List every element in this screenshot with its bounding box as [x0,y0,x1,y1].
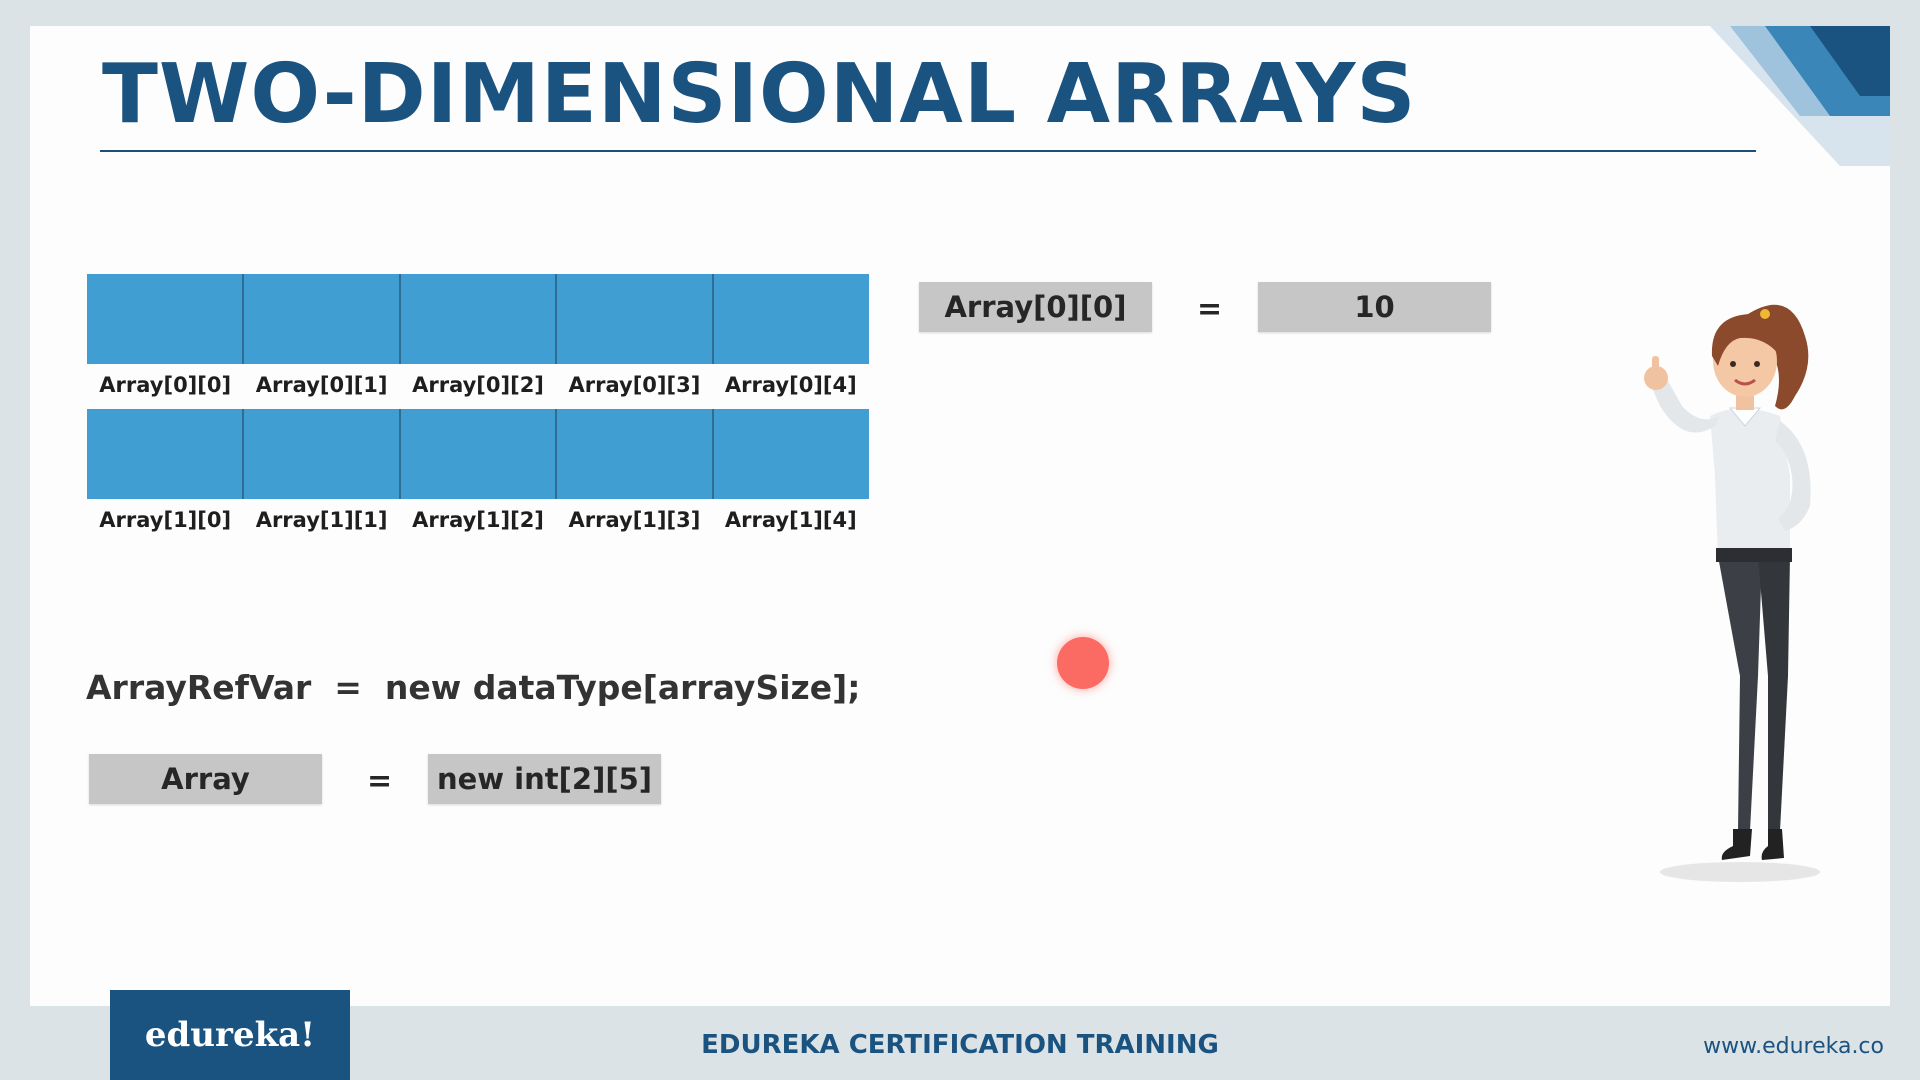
cell-label: Array[0][2] [412,373,544,397]
array-cell [557,409,715,499]
assignment-equals: = [1197,292,1223,327]
cell-label: Array[0][3] [568,373,701,397]
cell-label: Array[0][0] [99,373,232,397]
laser-pointer-dot [1057,637,1109,689]
cell-label: Array[0][1] [255,373,388,397]
array-cell [400,409,558,499]
syntax-rhs-box: new int[2][5] [428,754,661,804]
cell-label: Array[0][4] [724,373,857,397]
footer-title: EDUREKA CERTIFICATION TRAINING [701,1030,1219,1060]
array-cell [243,274,401,364]
slide-title: TWO-DIMENSIONAL ARRAYS [102,47,1417,142]
array-row-1-labels: Array[1][0] Array[1][1] Array[1][2] Arra… [87,505,869,535]
array-row-1 [87,409,869,499]
assignment-lhs-box: Array[0][0] [919,282,1152,332]
cell-label: Array[1][0] [99,508,232,532]
array-cell [714,409,869,499]
title-underline [100,150,1756,152]
cell-label: Array[1][3] [568,508,701,532]
cell-label: Array[1][1] [255,508,388,532]
array-cell [243,409,401,499]
array-row-0 [87,274,869,364]
footer-url: www.edureka.co [1703,1034,1884,1059]
cell-label: Array[1][4] [724,508,857,532]
array-cell [714,274,869,364]
syntax-line: ArrayRefVar = new dataType[arraySize]; [86,668,861,707]
assignment-value-box: 10 [1258,282,1491,332]
corner-decoration [1710,26,1890,166]
array-cell [87,409,244,499]
syntax-lhs-box: Array [89,754,322,804]
array-cell [87,274,244,364]
slide: TWO-DIMENSIONAL ARRAYS Array[0][0] Array… [30,26,1890,1006]
presenter-illustration [1644,304,1820,882]
array-row-0-labels: Array[0][0] Array[0][1] Array[0][2] Arra… [87,370,869,400]
array-cell [557,274,715,364]
array-cell [400,274,558,364]
syntax-equals: = [367,764,393,799]
cell-label: Array[1][2] [412,508,544,532]
